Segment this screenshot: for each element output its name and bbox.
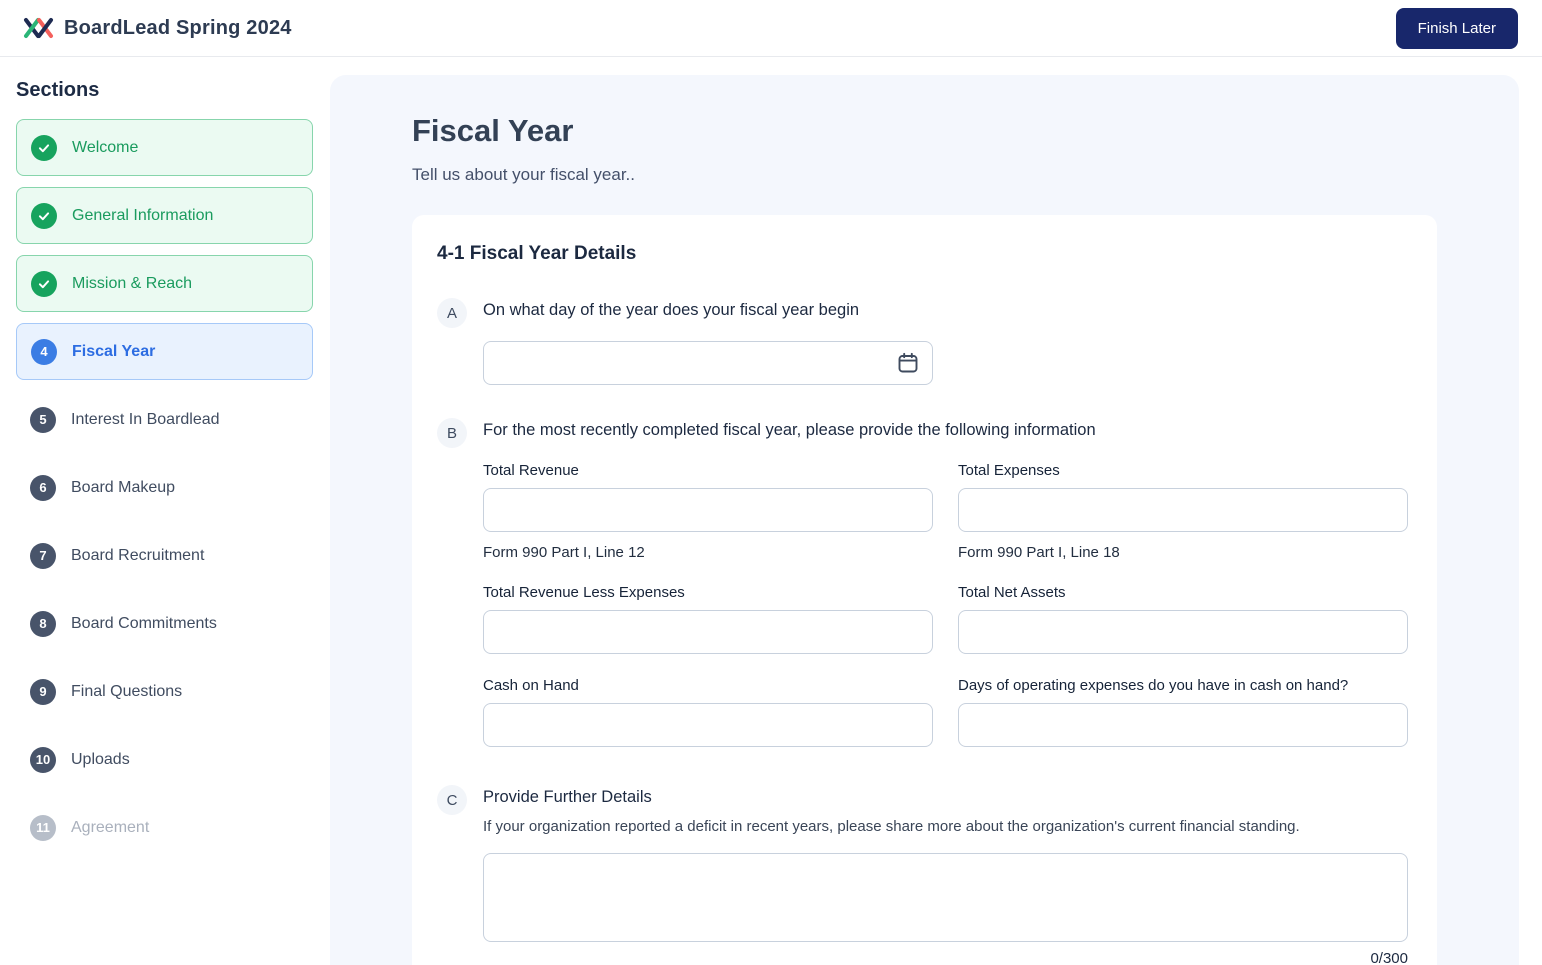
question-b: B For the most recently completed fiscal… (437, 418, 1410, 770)
question-a: A On what day of the year does your fisc… (437, 298, 1410, 385)
field-helper-text: Form 990 Part I, Line 12 (483, 544, 645, 561)
sidebar-item-label: Mission & Reach (72, 274, 193, 292)
sidebar-item-label: Board Commitments (71, 614, 217, 632)
character-counter: 0/300 (1370, 950, 1408, 965)
sidebar-item-board-recruitment[interactable]: 7 Board Recruitment (16, 527, 313, 584)
sidebar-item-uploads[interactable]: 10 Uploads (16, 731, 313, 788)
total-revenue-input[interactable] (483, 488, 933, 532)
question-c: C Provide Further Details If your organi… (437, 785, 1410, 965)
calendar-icon[interactable] (896, 351, 920, 375)
sidebar-item-board-commitments[interactable]: 8 Board Commitments (16, 595, 313, 652)
field-helper-text: Form 990 Part I, Line 18 (958, 544, 1120, 561)
card-title: 4-1 Fiscal Year Details (437, 243, 637, 264)
boardlead-logo-icon (22, 13, 56, 43)
page-title: Fiscal Year (412, 113, 574, 148)
sidebar-item-general-information[interactable]: General Information (16, 187, 313, 244)
sidebar-item-label: Board Makeup (71, 478, 176, 496)
field-label: Total Revenue (483, 462, 579, 479)
total-revenue-less-expenses-input[interactable] (483, 610, 933, 654)
total-expenses-input[interactable] (958, 488, 1408, 532)
sidebar-item-mission-reach[interactable]: Mission & Reach (16, 255, 313, 312)
fiscal-year-begin-date-input[interactable] (483, 341, 933, 385)
question-c-badge: C (437, 785, 467, 815)
field-total-expenses: Total Expenses Form 990 Part I, Line 18 (958, 462, 1408, 561)
question-a-badge: A (437, 298, 467, 328)
app-header: BoardLead Spring 2024 Finish Later (0, 0, 1542, 57)
total-net-assets-input[interactable] (958, 610, 1408, 654)
field-label: Cash on Hand (483, 677, 579, 694)
days-operating-expenses-input[interactable] (958, 703, 1408, 747)
step-number-badge: 7 (30, 542, 56, 569)
question-b-badge: B (437, 418, 467, 448)
sidebar-item-welcome[interactable]: Welcome (16, 119, 313, 176)
cash-on-hand-input[interactable] (483, 703, 933, 747)
sidebar-item-interest-in-boardlead[interactable]: 5 Interest In Boardlead (16, 391, 313, 448)
field-cash-on-hand: Cash on Hand (483, 677, 933, 747)
field-label: Days of operating expenses do you have i… (958, 677, 1349, 694)
step-number-badge: 9 (30, 678, 56, 705)
step-number-badge: 5 (30, 406, 56, 433)
question-b-label: For the most recently completed fiscal y… (483, 421, 1096, 439)
page-subtitle: Tell us about your fiscal year.. (412, 165, 636, 184)
field-label: Total Expenses (958, 462, 1060, 479)
step-number-badge: 4 (31, 338, 57, 365)
sidebar-item-agreement: 11 Agreement (16, 799, 313, 856)
question-c-label: Provide Further Details (483, 788, 652, 806)
field-label: Total Net Assets (958, 584, 1066, 601)
finish-later-button[interactable]: Finish Later (1395, 7, 1518, 49)
question-c-description: If your organization reported a deficit … (483, 818, 1300, 835)
question-a-label: On what day of the year does your fiscal… (483, 301, 860, 319)
sidebar-item-label: Uploads (71, 750, 130, 768)
step-number-badge: 8 (30, 610, 56, 637)
sidebar-item-label: Welcome (72, 138, 139, 156)
sidebar-item-label: Fiscal Year (72, 342, 156, 360)
sections-sidebar: Sections Welcome General Information Mis… (0, 57, 330, 867)
sidebar-item-label: Agreement (71, 818, 150, 836)
sidebar-item-final-questions[interactable]: 9 Final Questions (16, 663, 313, 720)
sidebar-item-fiscal-year[interactable]: 4 Fiscal Year (16, 323, 313, 380)
sidebar-item-label: General Information (72, 206, 214, 224)
check-circle-icon (31, 134, 57, 161)
step-number-badge: 10 (30, 746, 56, 773)
sections-heading: Sections (16, 79, 100, 101)
app-title: BoardLead Spring 2024 (64, 16, 292, 39)
step-number-badge: 6 (30, 474, 56, 501)
check-circle-icon (31, 270, 57, 297)
step-number-badge: 11 (30, 814, 56, 841)
sidebar-item-board-makeup[interactable]: 6 Board Makeup (16, 459, 313, 516)
fiscal-year-details-card: 4-1 Fiscal Year Details A On what day of… (412, 215, 1437, 965)
check-circle-icon (31, 202, 57, 229)
field-total-revenue-less-expenses: Total Revenue Less Expenses (483, 584, 933, 654)
further-details-textarea[interactable] (483, 853, 1408, 942)
sidebar-item-label: Interest In Boardlead (71, 410, 220, 428)
sidebar-item-label: Final Questions (71, 682, 183, 700)
field-label: Total Revenue Less Expenses (483, 584, 685, 601)
main-content-panel: Fiscal Year Tell us about your fiscal ye… (330, 75, 1519, 965)
field-total-net-assets: Total Net Assets (958, 584, 1408, 654)
field-days-operating-expenses: Days of operating expenses do you have i… (958, 677, 1408, 747)
sidebar-item-label: Board Recruitment (71, 546, 205, 564)
field-total-revenue: Total Revenue Form 990 Part I, Line 12 (483, 462, 933, 561)
